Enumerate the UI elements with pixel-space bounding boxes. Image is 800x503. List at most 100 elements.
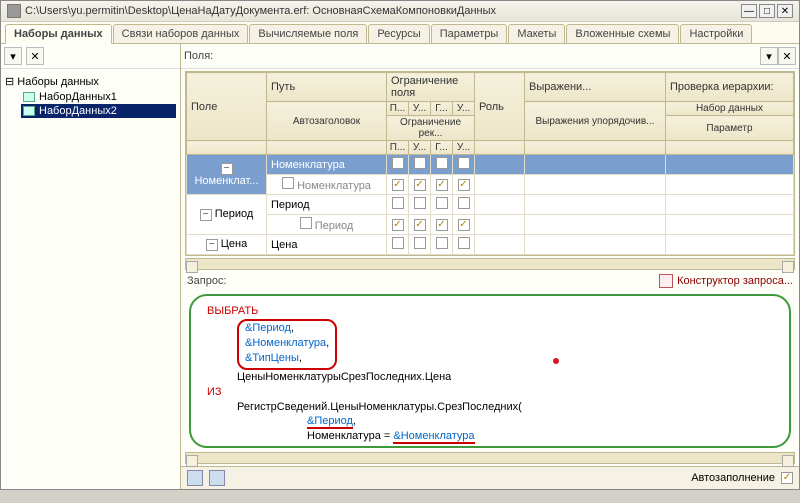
tree-root-label: Наборы данных: [17, 76, 99, 88]
table-row[interactable]: − Цена Цена: [187, 235, 794, 255]
checkbox[interactable]: [458, 179, 470, 191]
checkbox[interactable]: [392, 219, 404, 231]
checkbox[interactable]: [436, 237, 448, 249]
cell-pole: Номенклат...: [194, 175, 258, 187]
sidebar: ▾ ✕ ⊟ Наборы данных НаборДанных1 НаборДа…: [1, 44, 181, 489]
table-row[interactable]: Период: [187, 215, 794, 235]
nomen-eq: Номенклатура =: [307, 430, 393, 442]
checkbox[interactable]: [458, 219, 470, 231]
add-field-button[interactable]: ▾: [760, 47, 778, 65]
sub2-g[interactable]: Г...: [431, 141, 453, 155]
col-pole[interactable]: Поле: [187, 73, 267, 141]
tab-datasets[interactable]: Наборы данных: [5, 24, 112, 44]
checkbox[interactable]: [414, 197, 426, 209]
tab-settings[interactable]: Настройки: [680, 24, 752, 43]
query-label: Запрос:: [187, 275, 659, 287]
expand-icon[interactable]: −: [200, 209, 212, 221]
checkbox[interactable]: [392, 157, 404, 169]
maximize-button[interactable]: □: [759, 4, 775, 18]
cell-put[interactable]: Номенклатура: [267, 155, 387, 175]
col-put[interactable]: Путь: [267, 73, 387, 102]
sub-u2[interactable]: У...: [453, 102, 475, 116]
tab-nested[interactable]: Вложенные схемы: [566, 24, 679, 43]
disk-icon[interactable]: [187, 470, 203, 486]
close-button[interactable]: ✕: [777, 4, 793, 18]
param-tipz: &ТипЦены: [389, 445, 443, 447]
tip-eq: ТипЦен =: [338, 445, 389, 447]
expand-icon[interactable]: −: [206, 239, 218, 251]
tree-item-dataset1[interactable]: НаборДанных1: [21, 90, 176, 104]
minimize-button[interactable]: —: [741, 4, 757, 18]
col-vyraz[interactable]: Выражени...: [525, 73, 666, 102]
sub-p[interactable]: П...: [387, 102, 409, 116]
expand-icon[interactable]: −: [221, 163, 233, 175]
checkbox[interactable]: [300, 217, 312, 229]
window-title: C:\Users\yu.permitin\Desktop\ЦенаНаДатуД…: [25, 5, 741, 17]
query-constructor-button[interactable]: Конструктор запроса...: [659, 274, 793, 288]
param-nomen2: &Номенклатура: [393, 430, 474, 444]
sub-g[interactable]: Г...: [431, 102, 453, 116]
checkbox[interactable]: [436, 179, 448, 191]
col-ogr-rek[interactable]: Ограничение рек...: [387, 116, 475, 141]
checkbox[interactable]: [458, 197, 470, 209]
col-vyraz-upor[interactable]: Выражения упорядочив...: [525, 102, 666, 141]
checkbox[interactable]: [436, 197, 448, 209]
checkbox[interactable]: [414, 237, 426, 249]
checkbox[interactable]: [458, 157, 470, 169]
query-hscroll[interactable]: [185, 452, 795, 464]
sub2-p[interactable]: П...: [387, 141, 409, 155]
tree-item-label: НаборДанных2: [39, 105, 117, 117]
sub2-u2[interactable]: У...: [453, 141, 475, 155]
col-avto[interactable]: Автозаголовок: [267, 102, 387, 141]
kw-as: КАК: [450, 445, 470, 447]
tab-links[interactable]: Связи наборов данных: [113, 24, 249, 43]
tab-calcfields[interactable]: Вычисляемые поля: [249, 24, 367, 43]
sub2-u[interactable]: У...: [409, 141, 431, 155]
autofill-label: Автозаполнение: [691, 472, 775, 484]
cell-put[interactable]: Цена: [267, 235, 387, 255]
checkbox[interactable]: [436, 219, 448, 231]
remove-field-button[interactable]: ✕: [778, 47, 796, 65]
table-row[interactable]: Номенклатура: [187, 175, 794, 195]
cell-put[interactable]: Период: [267, 195, 387, 215]
tab-parameters[interactable]: Параметры: [431, 24, 508, 43]
cell-pole: Период: [215, 208, 254, 220]
tab-layouts[interactable]: Макеты: [508, 24, 565, 43]
checkbox[interactable]: [414, 219, 426, 231]
fields-grid[interactable]: Поле Путь Ограничение поля Роль Выражени…: [185, 71, 795, 256]
col-rol[interactable]: Роль: [475, 73, 525, 141]
kw-from: ИЗ: [207, 386, 222, 398]
query-text[interactable]: ВЫБРАТЬ &Период, &Номенклатура, &ТипЦены…: [189, 294, 791, 447]
checkbox[interactable]: [392, 179, 404, 191]
col-nabor[interactable]: Набор данных: [665, 102, 793, 116]
checkbox[interactable]: [414, 157, 426, 169]
tree-root[interactable]: ⊟ Наборы данных: [5, 73, 176, 90]
param-period: &Период: [245, 322, 291, 334]
add-dataset-button[interactable]: ▾: [4, 47, 22, 65]
select-params-box: &Период, &Номенклатура, &ТипЦены,: [237, 319, 337, 370]
main-tabs: Наборы данных Связи наборов данных Вычис…: [1, 22, 799, 44]
col-param[interactable]: Параметр: [665, 116, 793, 141]
col-prov[interactable]: Проверка иерархии:: [665, 73, 793, 102]
datasets-tree: ⊟ Наборы данных НаборДанных1 НаборДанных…: [1, 69, 180, 122]
table-row[interactable]: − Номенклат... Номенклатура: [187, 155, 794, 175]
grid-hscroll[interactable]: [185, 258, 795, 270]
checkbox[interactable]: [436, 157, 448, 169]
tab-resources[interactable]: Ресурсы: [368, 24, 429, 43]
checkbox[interactable]: [282, 177, 294, 189]
sub-u[interactable]: У...: [409, 102, 431, 116]
table-row[interactable]: − Период Период: [187, 195, 794, 215]
tree-item-dataset2[interactable]: НаборДанных2: [21, 104, 176, 118]
checkbox[interactable]: [392, 197, 404, 209]
autofill-checkbox[interactable]: [781, 472, 793, 484]
reg-source: РегистрСведений.ЦеныНоменклатуры.СрезПос…: [237, 401, 522, 413]
checkbox[interactable]: [458, 237, 470, 249]
checkbox[interactable]: [392, 237, 404, 249]
footer: Автозаполнение: [181, 466, 799, 489]
col-ogr-polya[interactable]: Ограничение поля: [387, 73, 475, 102]
fields-label: Поля:: [184, 50, 213, 62]
table-icon: [23, 92, 35, 102]
checkbox[interactable]: [414, 179, 426, 191]
remove-dataset-button[interactable]: ✕: [26, 47, 44, 65]
disk-icon-2[interactable]: [209, 470, 225, 486]
